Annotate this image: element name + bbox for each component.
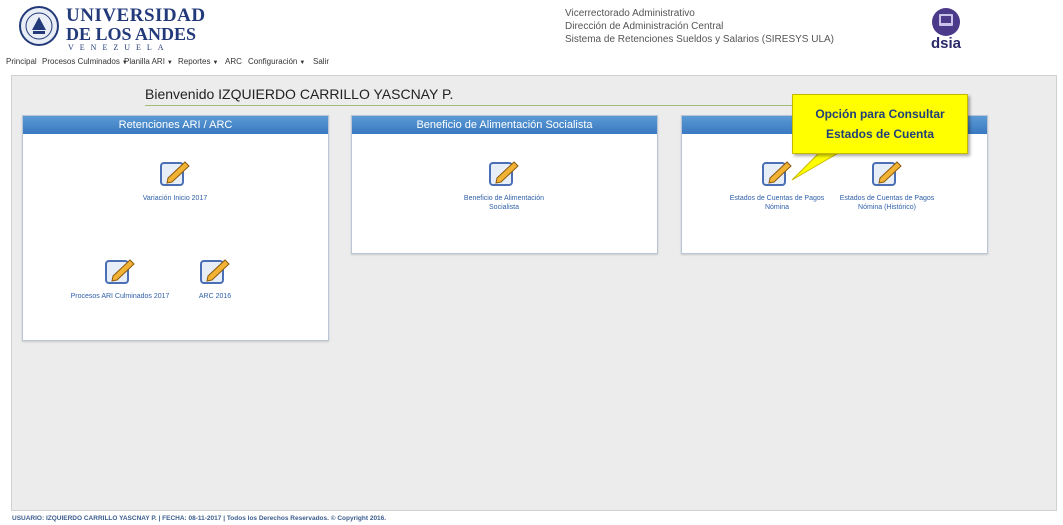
nav-configuracion[interactable]: Configuración ▼ [248, 57, 305, 66]
tile-beneficio-alimentacion[interactable]: Beneficio de Alimentación Socialista [449, 158, 559, 212]
callout-annotation: Opción para Consultar Estados de Cuenta [790, 64, 1040, 194]
callout-line1: Opción para Consultar [815, 107, 945, 121]
caret-down-icon: ▼ [166, 60, 173, 66]
caret-down-icon: ▼ [212, 60, 219, 66]
card-retenciones: Retenciones ARI / ARC Variación Inicio 2… [22, 115, 329, 341]
nav-salir-label: Salir [313, 57, 330, 66]
university-name-line2: DE LOS ANDES [66, 24, 197, 44]
edit-pencil-icon [105, 259, 135, 284]
nav-reportes[interactable]: Reportes ▼ [178, 57, 218, 66]
tile-procesos-ari-culminados[interactable]: Procesos ARI Culminados 2017 [65, 256, 175, 301]
nav-principal-label: Principal [6, 57, 37, 66]
nav-configuracion-label: Configuración [248, 57, 298, 66]
caret-down-icon: ▼ [299, 60, 306, 66]
edit-pencil-icon [762, 161, 792, 186]
nav-procesos-culminados-label: Procesos Culminados [42, 57, 120, 66]
tile-variacion-inicio-label: Variación Inicio 2017 [142, 195, 208, 202]
tile-procesos-ari-culminados-label: Procesos ARI Culminados 2017 [70, 293, 170, 300]
nav-principal[interactable]: Principal [6, 57, 37, 66]
tile-estados-cuentas-pagos-nomina-historico-label: Estados de Cuentas de Pagos Nómina (Hist… [839, 195, 935, 211]
nav-salir[interactable]: Salir [313, 57, 329, 66]
card-beneficio-alimentacion: Beneficio de Alimentación Socialista Ben… [351, 115, 658, 254]
tile-beneficio-alimentacion-label: Beneficio de Alimentación Socialista [463, 195, 545, 211]
edit-pencil-icon [489, 161, 519, 186]
callout-box: Opción para Consultar Estados de Cuenta [792, 94, 968, 154]
footer: USUARIO: IZQUIERDO CARRILLO YASCNAY P. |… [12, 515, 387, 522]
edit-pencil-icon [200, 259, 230, 284]
tile-estados-cuentas-pagos-nomina-label: Estados de Cuentas de Pagos Nómina [729, 195, 825, 211]
tile-arc-2016[interactable]: ARC 2016 [160, 256, 270, 301]
nav-procesos-culminados[interactable]: Procesos Culminados ▼ [42, 57, 128, 66]
university-seal-icon [19, 6, 59, 46]
nav-reportes-label: Reportes [178, 57, 211, 66]
dsia-logo-icon: dsia [931, 8, 962, 50]
nav-arc[interactable]: ARC [225, 57, 242, 66]
tile-variacion-inicio[interactable]: Variación Inicio 2017 [120, 158, 230, 203]
tile-arc-2016-label: ARC 2016 [198, 293, 232, 300]
edit-pencil-icon [160, 161, 190, 186]
header-info-line1: Vicerrectorado Administrativo [565, 8, 695, 19]
header-info-line3: Sistema de Retenciones Sueldos y Salario… [565, 34, 835, 45]
nav-arc-label: ARC [225, 57, 242, 66]
dsia-logo-text: dsia [931, 35, 962, 50]
header-info: Vicerrectorado Administrativo Dirección … [565, 7, 834, 46]
welcome-divider [145, 105, 795, 106]
university-name-line1: UNIVERSIDAD [66, 5, 206, 26]
university-name-line3: VENEZUELA [68, 43, 170, 52]
card-beneficio-alimentacion-title: Beneficio de Alimentación Socialista [352, 116, 657, 134]
callout-line2: Estados de Cuenta [825, 127, 935, 141]
welcome-message: Bienvenido IZQUIERDO CARRILLO YASCNAY P. [145, 86, 454, 102]
card-retenciones-title: Retenciones ARI / ARC [23, 116, 328, 134]
header: UNIVERSIDAD DE LOS ANDES VENEZUELA Vicer… [0, 0, 1063, 56]
header-info-line2: Dirección de Administración Central [565, 21, 724, 32]
nav-planilla-ari[interactable]: Planilla ARI ▼ [124, 57, 173, 66]
nav-planilla-ari-label: Planilla ARI [124, 57, 165, 66]
university-name: UNIVERSIDAD DE LOS ANDES VENEZUELA [66, 5, 206, 53]
